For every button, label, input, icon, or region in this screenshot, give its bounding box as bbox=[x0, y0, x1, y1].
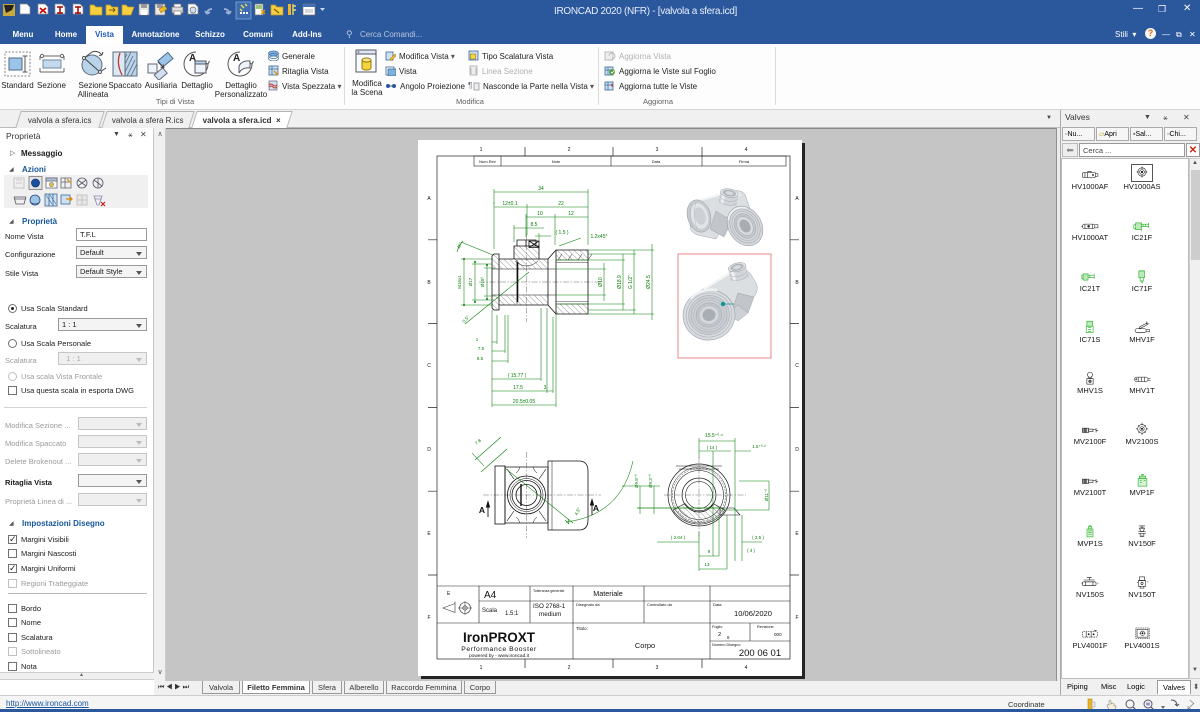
svg-text:34: 34 bbox=[538, 186, 544, 192]
svg-text:Revisione: Revisione bbox=[757, 625, 774, 629]
svg-text:3: 3 bbox=[656, 147, 659, 153]
svg-text:Ø10: Ø10 bbox=[598, 277, 604, 287]
svg-text:G 1/2": G 1/2" bbox=[628, 275, 634, 289]
svg-text:( 1.5 ): ( 1.5 ) bbox=[555, 230, 568, 236]
svg-text:A: A bbox=[427, 196, 431, 202]
svg-text:C: C bbox=[427, 363, 431, 369]
svg-text:2: 2 bbox=[568, 665, 571, 671]
svg-text:A: A bbox=[479, 505, 485, 515]
svg-text:Note: Note bbox=[552, 159, 561, 164]
svg-text:13: 13 bbox=[704, 562, 710, 567]
svg-text:Ø11⁻⁰: Ø11⁻⁰ bbox=[764, 489, 769, 502]
svg-text:Materiale: Materiale bbox=[593, 589, 623, 598]
svg-text:( 15.77 ): ( 15.77 ) bbox=[508, 373, 527, 379]
svg-text:A4: A4 bbox=[484, 590, 497, 601]
svg-text:8.5: 8.5 bbox=[531, 222, 538, 228]
svg-text:3: 3 bbox=[656, 665, 659, 671]
svg-text:B: B bbox=[795, 280, 799, 286]
svg-text:Numero Disegno: Numero Disegno bbox=[712, 643, 741, 647]
svg-text:000: 000 bbox=[774, 632, 782, 637]
svg-text:0.5°: 0.5° bbox=[461, 314, 470, 324]
svg-text:Disegnato da: Disegnato da bbox=[576, 602, 600, 607]
svg-text:A: A bbox=[233, 53, 240, 64]
svg-text:Firma: Firma bbox=[739, 159, 750, 164]
svg-text:15.5⁺⁰·⁵: 15.5⁺⁰·⁵ bbox=[705, 433, 723, 439]
svg-text:200 06 01: 200 06 01 bbox=[739, 648, 781, 659]
svg-text:powered by - www.ironcad.it: powered by - www.ironcad.it bbox=[469, 653, 530, 659]
svg-text:1.5:1: 1.5:1 bbox=[505, 611, 519, 617]
svg-text:Tolleranza generale: Tolleranza generale bbox=[533, 589, 564, 593]
svg-text:4: 4 bbox=[745, 147, 748, 153]
svg-text:( 2.04 ): ( 2.04 ) bbox=[671, 535, 686, 540]
svg-text:D: D bbox=[795, 447, 799, 453]
svg-text:3: 3 bbox=[544, 385, 547, 391]
svg-text:( 14 ): ( 14 ) bbox=[707, 445, 718, 450]
svg-text:Ø9.8⁺⁰: Ø9.8⁺⁰ bbox=[634, 474, 639, 488]
svg-text:10/06/2020: 10/06/2020 bbox=[734, 609, 772, 618]
svg-text:Foglio: Foglio bbox=[712, 625, 722, 629]
svg-text:1: 1 bbox=[480, 147, 483, 153]
svg-text:Ø15⁰: Ø15⁰ bbox=[480, 277, 485, 288]
svg-text:1: 1 bbox=[480, 665, 483, 671]
svg-text:4: 4 bbox=[745, 665, 748, 671]
svg-text:( 2.5 ): ( 2.5 ) bbox=[752, 535, 764, 540]
svg-text:20.5±0.05: 20.5±0.05 bbox=[513, 399, 535, 405]
svg-text:F: F bbox=[427, 615, 430, 621]
svg-text:Ø17: Ø17 bbox=[468, 277, 473, 286]
svg-text:Ø9.3⁺⁰: Ø9.3⁺⁰ bbox=[648, 474, 653, 488]
svg-text:D: D bbox=[427, 447, 431, 453]
svg-text:8.5: 8.5 bbox=[477, 356, 484, 361]
svg-text:Data: Data bbox=[652, 159, 661, 164]
svg-text:¶: ¶ bbox=[468, 81, 472, 90]
svg-text:Scala: Scala bbox=[482, 608, 498, 614]
svg-text:1.2x45°: 1.2x45° bbox=[590, 234, 607, 240]
svg-text:Num.Rev: Num.Rev bbox=[479, 159, 496, 164]
svg-text:ISO 2768-1: ISO 2768-1 bbox=[533, 603, 566, 610]
svg-text:Corpo: Corpo bbox=[635, 641, 655, 650]
svg-text:1.5⁺⁰·²: 1.5⁺⁰·² bbox=[752, 444, 766, 449]
svg-text:medium: medium bbox=[539, 611, 561, 618]
svg-text:E: E bbox=[427, 531, 431, 537]
svg-text:B: B bbox=[427, 280, 431, 286]
svg-text:E: E bbox=[795, 531, 799, 537]
svg-text:7.5: 7.5 bbox=[478, 346, 485, 351]
svg-text:Performance Booster: Performance Booster bbox=[461, 646, 537, 653]
svg-text:Titolo:: Titolo: bbox=[576, 626, 588, 631]
svg-text:F: F bbox=[795, 615, 798, 621]
svg-text:12±0.1: 12±0.1 bbox=[502, 201, 517, 207]
svg-text:4.5°: 4.5° bbox=[574, 506, 582, 516]
svg-text:C: C bbox=[795, 363, 799, 369]
svg-text:12: 12 bbox=[568, 211, 574, 217]
svg-text:2: 2 bbox=[718, 632, 721, 638]
svg-text:E: E bbox=[447, 591, 451, 597]
svg-text:22: 22 bbox=[558, 201, 564, 207]
svg-text:A: A bbox=[795, 196, 799, 202]
svg-text:10: 10 bbox=[537, 211, 543, 217]
svg-text:Ø24.5: Ø24.5 bbox=[646, 275, 652, 289]
svg-text:Controllato da: Controllato da bbox=[647, 602, 673, 607]
svg-text:IronPROXT: IronPROXT bbox=[463, 630, 536, 645]
svg-text:9: 9 bbox=[708, 549, 711, 554]
svg-text:M16x1: M16x1 bbox=[457, 275, 462, 289]
svg-text:1: 1 bbox=[476, 337, 479, 342]
svg-text:6: 6 bbox=[727, 635, 730, 640]
svg-text:17.5: 17.5 bbox=[513, 385, 523, 391]
svg-text:( 4 ): ( 4 ) bbox=[747, 548, 756, 553]
svg-text:Ø18.9: Ø18.9 bbox=[617, 275, 623, 289]
svg-text:2: 2 bbox=[568, 147, 571, 153]
svg-text:7.8: 7.8 bbox=[474, 438, 482, 446]
svg-text:Data: Data bbox=[713, 602, 722, 607]
